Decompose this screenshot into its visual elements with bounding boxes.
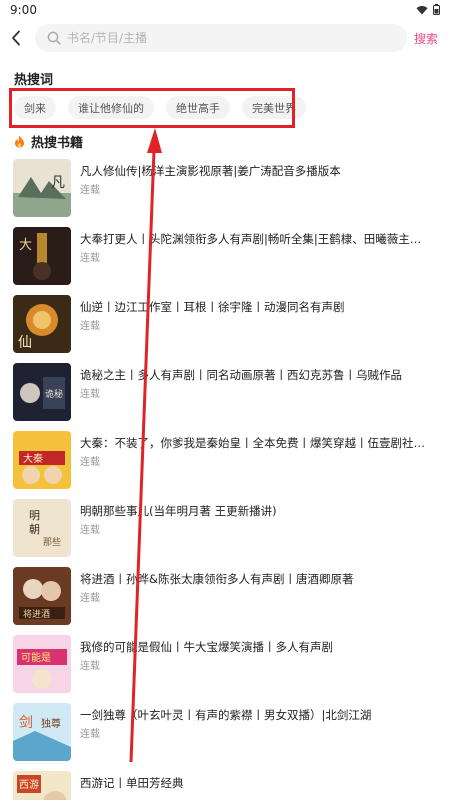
book-title: 凡人修仙传|杨洋主演影视原著|姜广涛配音多播版本 (80, 164, 341, 178)
book-cover: 诡秘 (13, 363, 71, 421)
book-title: 将进酒丨孙晔&陈张太康领衔多人有声剧丨唐酒卿原著 (80, 572, 354, 586)
book-item[interactable]: 大 大奉打更人丨头陀渊领衔多人有声剧|畅听全集|王鹤棣、田曦薇主… 连载 (0, 227, 450, 295)
search-input[interactable] (67, 31, 367, 45)
book-title: 诡秘之主丨多人有声剧丨同名动画原著丨西幻克苏鲁丨乌贼作品 (80, 368, 402, 382)
book-cover: 西游 (13, 771, 71, 800)
book-item[interactable]: 仙 仙逆丨边江工作室丨耳根丨徐宇隆丨动漫同名有声剧 连载 (0, 295, 450, 363)
book-status: 连载 (80, 729, 100, 740)
search-box[interactable] (35, 24, 407, 52)
svg-text:大秦: 大秦 (23, 452, 43, 465)
svg-text:剑: 剑 (19, 715, 33, 731)
search-header: 搜索 (0, 22, 450, 54)
back-arrow-icon (12, 30, 20, 46)
book-item[interactable]: 西游 西游记丨单田芳经典 (0, 771, 450, 800)
book-status: 连载 (80, 185, 100, 196)
svg-text:独尊: 独尊 (41, 717, 61, 730)
book-cover: 大秦 (13, 431, 71, 489)
book-title: 明朝那些事儿(当年明月著 王更新播讲) (80, 504, 277, 518)
status-icons (416, 4, 440, 15)
book-status: 连载 (80, 661, 100, 672)
book-status: 连载 (80, 253, 100, 264)
book-cover: 明 朝 那些 (13, 499, 71, 557)
book-item[interactable]: 可能是 我修的可能是假仙丨牛大宝爆笑演播丨多人有声剧 连载 (0, 635, 450, 703)
book-status: 连载 (80, 389, 100, 400)
book-status: 连载 (80, 321, 100, 332)
book-list: 凡 凡人修仙传|杨洋主演影视原著|姜广涛配音多播版本 连载 大 大奉打更人丨头陀… (0, 159, 450, 800)
book-cover: 凡 (13, 159, 71, 217)
book-status: 连载 (80, 457, 100, 468)
svg-text:仙: 仙 (18, 335, 32, 351)
status-time: 9:00 (10, 3, 37, 17)
wifi-icon (416, 5, 428, 14)
status-bar: 9:00 (0, 0, 450, 22)
book-title: 西游记丨单田芳经典 (80, 776, 184, 790)
flame-icon (15, 135, 24, 148)
book-cover: 仙 (13, 295, 71, 353)
hot-books-title: 热搜书籍 (31, 136, 84, 151)
hot-books-header: 热搜书籍 (14, 132, 83, 151)
hot-words-title: 热搜词 (14, 73, 54, 88)
search-button[interactable]: 搜索 (414, 30, 438, 47)
svg-text:那些: 那些 (43, 536, 61, 548)
book-cover: 剑 独尊 (13, 703, 71, 761)
book-item[interactable]: 剑 独尊 一剑独尊（叶玄叶灵丨有声的紫襟丨男女双播）|北剑江湖 连载 (0, 703, 450, 771)
svg-text:诡秘: 诡秘 (45, 388, 63, 400)
book-cover: 大 (13, 227, 71, 285)
book-item[interactable]: 明 朝 那些 明朝那些事儿(当年明月著 王更新播讲) 连载 (0, 499, 450, 567)
svg-text:可能是: 可能是 (21, 651, 51, 664)
book-title: 仙逆丨边江工作室丨耳根丨徐宇隆丨动漫同名有声剧 (80, 300, 345, 314)
svg-text:西游: 西游 (19, 778, 39, 791)
book-title: 我修的可能是假仙丨牛大宝爆笑演播丨多人有声剧 (80, 640, 333, 654)
book-item[interactable]: 将进酒 将进酒丨孙晔&陈张太康领衔多人有声剧丨唐酒卿原著 连载 (0, 567, 450, 635)
back-button[interactable] (6, 27, 26, 49)
svg-text:朝: 朝 (29, 523, 40, 536)
annotation-highlight-box (9, 88, 295, 128)
svg-text:凡: 凡 (51, 175, 65, 191)
book-cover: 将进酒 (13, 567, 71, 625)
book-item[interactable]: 凡 凡人修仙传|杨洋主演影视原著|姜广涛配音多播版本 连载 (0, 159, 450, 227)
book-status: 连载 (80, 525, 100, 536)
book-cover: 可能是 (13, 635, 71, 693)
svg-text:大: 大 (19, 238, 32, 253)
book-title: 大秦：不装了，你爹我是秦始皇丨全本免费丨爆笑穿越丨伍壹剧社… (80, 436, 425, 450)
book-item[interactable]: 诡秘 诡秘之主丨多人有声剧丨同名动画原著丨西幻克苏鲁丨乌贼作品 连载 (0, 363, 450, 431)
battery-icon (433, 4, 440, 15)
book-title: 一剑独尊（叶玄叶灵丨有声的紫襟丨男女双播）|北剑江湖 (80, 708, 372, 722)
svg-text:将进酒: 将进酒 (23, 609, 50, 620)
book-status: 连载 (80, 593, 100, 604)
book-item[interactable]: 大秦 大秦：不装了，你爹我是秦始皇丨全本免费丨爆笑穿越丨伍壹剧社… 连载 (0, 431, 450, 499)
search-icon (47, 31, 61, 45)
book-title: 大奉打更人丨头陀渊领衔多人有声剧|畅听全集|王鹤棣、田曦薇主… (80, 232, 422, 246)
svg-text:明: 明 (29, 509, 40, 522)
